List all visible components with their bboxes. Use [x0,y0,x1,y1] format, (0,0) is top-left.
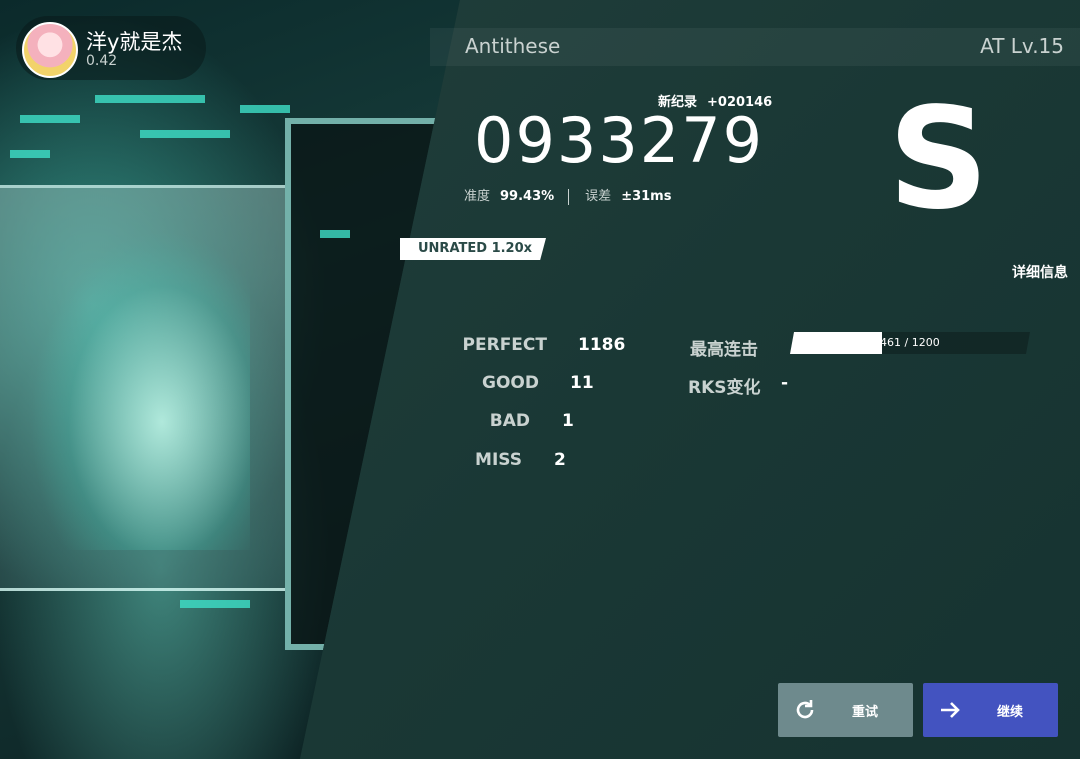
good-count: 11 [570,373,594,393]
arrow-right-icon [937,697,963,723]
error-value: ±31ms [621,189,672,204]
accuracy-row: 准度 99.43% 误差 ±31ms [464,185,685,205]
glitch-line [20,115,80,123]
retry-button[interactable]: 重试 [778,683,913,737]
grade-letter: S [888,78,989,241]
bad-label: BAD [489,411,530,431]
max-combo-fill [790,332,882,354]
divider [568,188,570,205]
glitch-line [140,130,230,138]
rks-change-value: - [781,373,789,393]
bad-count: 1 [562,411,574,431]
perfect-label: PERFECT [462,335,547,355]
max-combo-text: 461 / 1200 [880,336,940,349]
max-combo-label: 最高连击 [690,340,758,360]
glitch-line [95,95,205,103]
perfect-count: 1186 [578,335,626,355]
glitch-line [10,150,50,158]
good-label: GOOD [482,373,539,393]
speed-badge: UNRATED 1.20x [400,238,546,260]
artwork-glow [30,230,250,550]
player-rks: 0.42 [86,53,118,69]
glitch-line [180,600,250,608]
score: 0933279 [474,104,765,177]
details-link[interactable]: 详细信息 [1012,262,1068,282]
song-title: Antithese [465,34,561,58]
error-label: 误差 [585,189,612,204]
rks-change-label: RKS变化 [688,378,761,398]
retry-label: 重试 [852,704,879,720]
accuracy-value: 99.43% [500,189,555,204]
accuracy-label: 准度 [464,189,491,204]
continue-label: 继续 [997,704,1024,720]
glitch-line [240,105,290,113]
glitch-line [320,230,350,238]
refresh-icon [792,697,818,723]
miss-label: MISS [475,450,522,470]
player-name: 洋y就是杰 [86,30,183,54]
player-avatar[interactable] [22,22,78,78]
difficulty-level: AT Lv.15 [980,34,1064,58]
continue-button[interactable]: 继续 [923,683,1058,737]
miss-count: 2 [554,450,566,470]
